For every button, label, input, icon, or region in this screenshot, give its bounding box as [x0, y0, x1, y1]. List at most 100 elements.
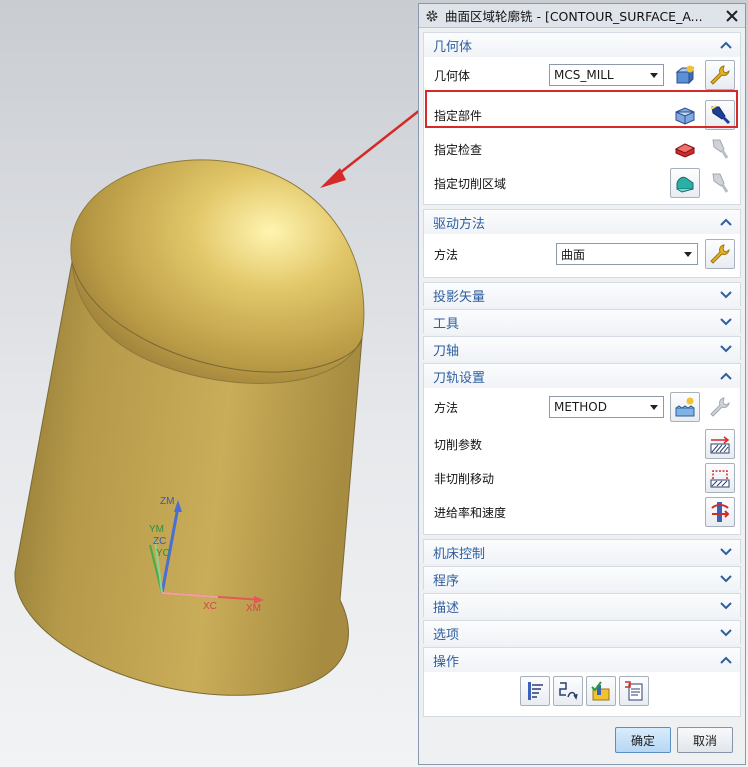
edit-drive-method-button[interactable] [705, 239, 735, 269]
axis-label-ym: YM [149, 524, 164, 535]
flashlight-icon [712, 139, 729, 159]
actions-group: 操作 [423, 647, 741, 717]
options-header[interactable]: 选项 [424, 621, 740, 645]
cut-params-label: 切削参数 [434, 437, 483, 452]
new-geometry-button[interactable] [670, 60, 700, 90]
description-title: 描述 [433, 600, 460, 616]
projection-vector-header[interactable]: 投影矢量 [424, 283, 740, 307]
cut-parameters-icon [710, 436, 730, 454]
dialog-title: 曲面区域轮廓铣 - [CONTOUR_SURFACE_A... [445, 9, 703, 24]
chevron-up-icon[interactable] [720, 41, 732, 49]
wrench-icon [710, 244, 730, 264]
list-button[interactable] [619, 676, 649, 706]
non-cutting-button[interactable] [705, 463, 735, 493]
generate-button[interactable] [520, 676, 550, 706]
select-check-button[interactable] [670, 134, 700, 164]
edit-method-button[interactable] [705, 392, 735, 422]
show-check-button[interactable] [705, 134, 735, 164]
projection-vector-title: 投影矢量 [433, 289, 486, 305]
chevron-up-icon[interactable] [720, 372, 732, 380]
non-cutting-row: 非切削移动 [424, 462, 740, 494]
chevron-down-icon[interactable] [720, 318, 732, 326]
list-icon [625, 681, 643, 701]
path-method-select-value: METHOD [554, 400, 607, 414]
chevron-down-icon[interactable] [720, 629, 732, 637]
projection-vector-group[interactable]: 投影矢量 [423, 282, 741, 307]
machine-control-header[interactable]: 机床控制 [424, 540, 740, 564]
path-method-label: 方法 [434, 400, 459, 415]
options-group[interactable]: 选项 [423, 620, 741, 645]
cancel-button[interactable]: 取消 [677, 727, 733, 753]
machine-control-title: 机床控制 [433, 546, 486, 562]
tool-axis-title: 刀轴 [433, 343, 460, 359]
geometry-select[interactable]: MCS_MILL [549, 64, 664, 86]
chevron-down-icon[interactable] [720, 291, 732, 299]
model-canvas[interactable]: ZM YM ZC YC XC XM [0, 0, 420, 767]
chevron-down-icon[interactable] [720, 345, 732, 353]
wrench-icon [710, 65, 730, 85]
drive-method-header[interactable]: 驱动方法 [424, 210, 740, 234]
verify-icon [591, 681, 610, 701]
actions-toolbar [520, 676, 649, 706]
axis-label-yc: YC [156, 548, 170, 559]
tool-header[interactable]: 工具 [424, 310, 740, 334]
specify-cut-area-row: 指定切削区域 [424, 167, 740, 199]
chevron-down-icon[interactable] [720, 575, 732, 583]
new-geometry-icon [675, 65, 695, 85]
program-header[interactable]: 程序 [424, 567, 740, 591]
drive-method-row: 方法 曲面 [424, 238, 740, 270]
close-icon[interactable] [725, 9, 739, 23]
drive-method-select[interactable]: 曲面 [556, 243, 698, 265]
geometry-group-header[interactable]: 几何体 [424, 33, 740, 57]
flashlight-icon [712, 173, 729, 193]
new-method-button[interactable] [670, 392, 700, 422]
path-settings-group: 刀轨设置 方法 METHOD 切削参数 非切削移动 进给率和速度 [423, 363, 741, 535]
specify-check-label: 指定检查 [434, 142, 483, 157]
geometry-row: 几何体 MCS_MILL [424, 59, 740, 91]
gear-icon[interactable] [425, 9, 439, 23]
axis-label-zc: ZC [153, 536, 166, 547]
cut-params-button[interactable] [705, 429, 735, 459]
callout-arrow [320, 109, 420, 188]
actions-header[interactable]: 操作 [424, 648, 740, 672]
feeds-speeds-icon [711, 502, 730, 522]
feeds-speeds-row: 进给率和速度 [424, 496, 740, 528]
tool-title: 工具 [433, 316, 460, 332]
description-header[interactable]: 描述 [424, 594, 740, 618]
geometry-select-value: MCS_MILL [554, 68, 614, 82]
tool-group[interactable]: 工具 [423, 309, 741, 334]
select-cut-area-icon [676, 176, 694, 193]
select-check-icon [674, 143, 696, 158]
show-cut-area-button[interactable] [705, 168, 735, 198]
program-title: 程序 [433, 573, 460, 589]
specify-cut-area-label: 指定切削区域 [434, 176, 507, 191]
chevron-up-icon[interactable] [720, 218, 732, 226]
select-cut-area-button[interactable] [670, 168, 700, 198]
feeds-speeds-button[interactable] [705, 497, 735, 527]
chevron-down-icon[interactable] [720, 548, 732, 556]
axis-label-xc: XC [203, 601, 217, 612]
cut-params-row: 切削参数 [424, 428, 740, 460]
chevron-down-icon[interactable] [720, 602, 732, 610]
tool-axis-header[interactable]: 刀轴 [424, 337, 740, 361]
actions-title: 操作 [433, 654, 460, 670]
graphics-viewport[interactable]: ZM YM ZC YC XC XM [0, 0, 420, 767]
path-method-select[interactable]: METHOD [549, 396, 664, 418]
generate-icon [528, 682, 543, 700]
tool-axis-group[interactable]: 刀轴 [423, 336, 741, 361]
dropdown-arrow-icon [650, 405, 658, 410]
dropdown-arrow-icon [684, 252, 692, 257]
replay-button[interactable] [553, 676, 583, 706]
program-group[interactable]: 程序 [423, 566, 741, 591]
feeds-speeds-label: 进给率和速度 [434, 505, 507, 520]
description-group[interactable]: 描述 [423, 593, 741, 618]
edit-geometry-button[interactable] [705, 60, 735, 90]
path-settings-header[interactable]: 刀轨设置 [424, 364, 740, 388]
dialog-titlebar[interactable]: 曲面区域轮廓铣 - [CONTOUR_SURFACE_A... [419, 4, 745, 28]
ok-button[interactable]: 确定 [615, 727, 671, 753]
new-method-icon [675, 397, 695, 417]
machine-control-group[interactable]: 机床控制 [423, 539, 741, 564]
verify-button[interactable] [586, 676, 616, 706]
chevron-up-icon[interactable] [720, 656, 732, 664]
path-settings-title: 刀轨设置 [433, 370, 486, 386]
